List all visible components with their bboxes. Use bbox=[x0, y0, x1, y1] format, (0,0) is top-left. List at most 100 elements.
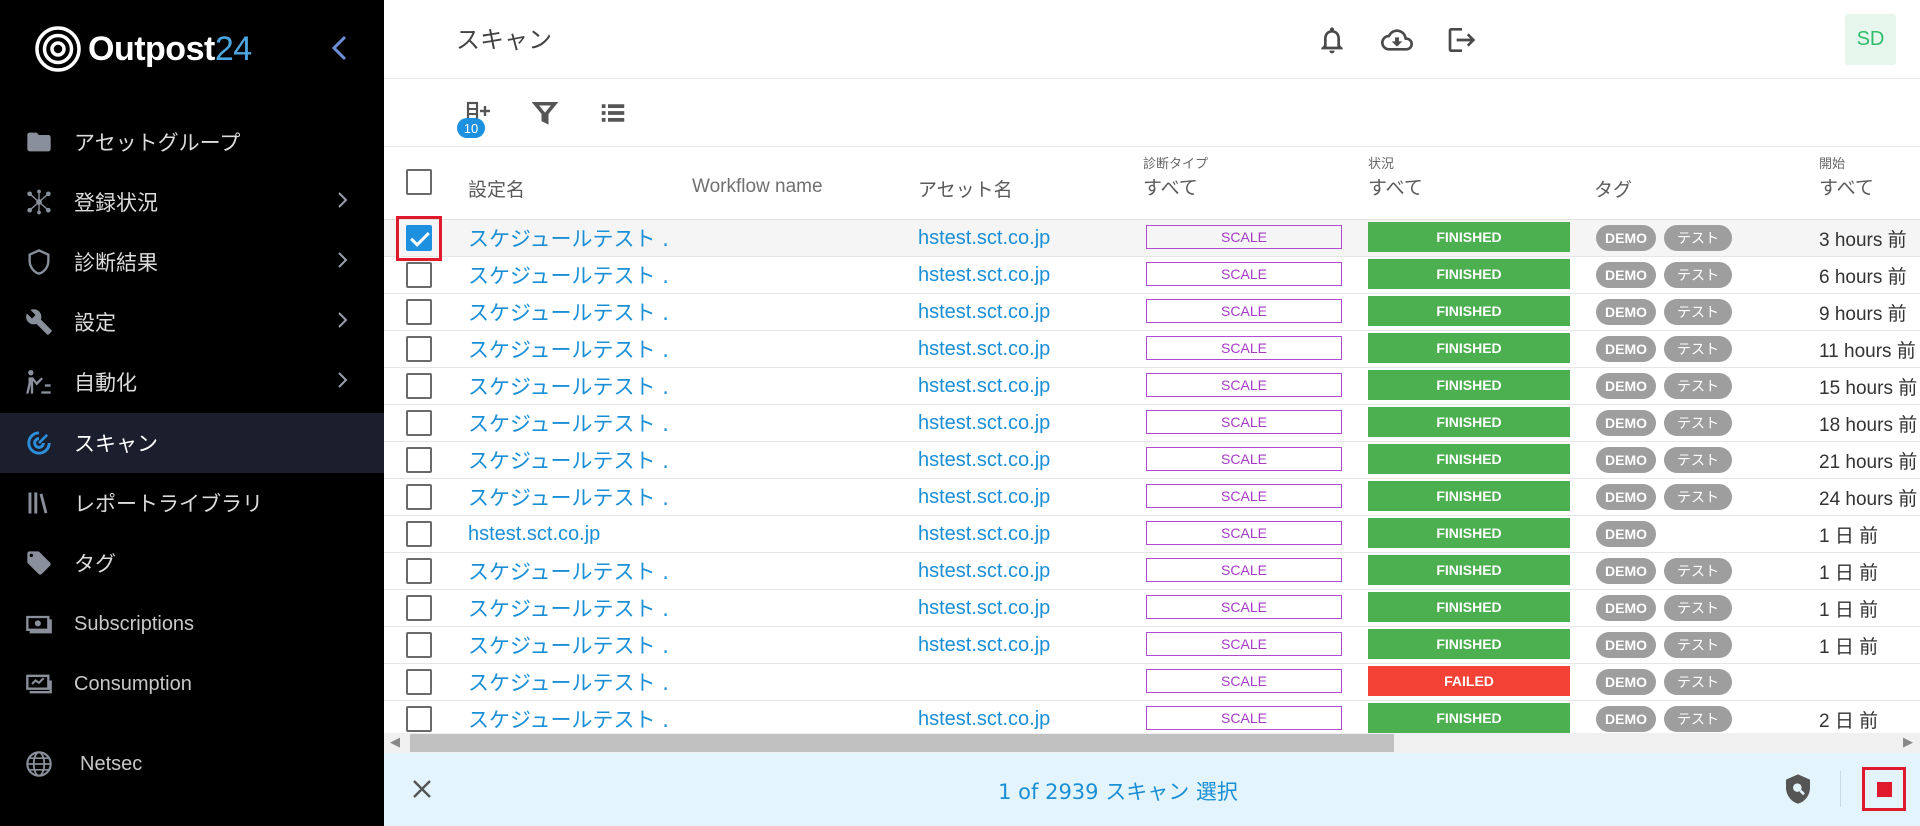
asset-link[interactable] bbox=[918, 664, 1118, 700]
asset-link[interactable]: hstest.sct.co.jp bbox=[918, 294, 1118, 330]
sidebar-item-globe[interactable]: Netsec bbox=[0, 734, 384, 794]
asset-link[interactable]: hstest.sct.co.jp bbox=[918, 257, 1118, 293]
asset-link[interactable]: hstest.sct.co.jp bbox=[918, 331, 1118, 367]
start-filter-select[interactable]: すべて bbox=[1819, 173, 1874, 200]
app-logo[interactable]: Outpost 24 bbox=[34, 22, 252, 76]
column-list-icon[interactable] bbox=[598, 98, 630, 130]
column-header-asset[interactable]: アセット名 bbox=[918, 175, 1013, 202]
row-checkbox[interactable] bbox=[406, 484, 432, 510]
tag-badge[interactable]: DEMO bbox=[1596, 706, 1656, 732]
tag-badge[interactable]: テスト bbox=[1664, 299, 1732, 325]
row-checkbox[interactable] bbox=[406, 447, 432, 473]
table-row[interactable]: スケジュールテスト ... hstest.sct.co.jp SCALE FINISH… bbox=[384, 701, 1920, 733]
asset-link[interactable]: hstest.sct.co.jp bbox=[918, 590, 1118, 626]
tag-badge[interactable]: DEMO bbox=[1596, 336, 1656, 362]
table-row[interactable]: hstest.sct.co.jp hstest.sct.co.jp SCALE FIN… bbox=[384, 516, 1920, 553]
cloud-download-icon[interactable] bbox=[1381, 24, 1413, 56]
scan-config-link[interactable]: hstest.sct.co.jp bbox=[468, 516, 668, 552]
scan-config-link[interactable]: スケジュールテスト ... bbox=[468, 331, 668, 367]
tag-badge[interactable]: テスト bbox=[1664, 262, 1732, 288]
scan-config-link[interactable]: スケジュールテスト ... bbox=[468, 220, 668, 256]
table-row[interactable]: スケジュールテスト ... hstest.sct.co.jp SCALE FINISH… bbox=[384, 216, 1920, 261]
scan-config-link[interactable]: スケジュールテスト ... bbox=[468, 701, 668, 733]
scan-config-link[interactable]: スケジュールテスト ... bbox=[468, 664, 668, 700]
column-header-workflow[interactable]: Workflow name bbox=[692, 176, 823, 198]
asset-link[interactable]: hstest.sct.co.jp bbox=[918, 479, 1118, 515]
tag-badge[interactable]: DEMO bbox=[1596, 373, 1656, 399]
tag-badge[interactable]: テスト bbox=[1664, 484, 1732, 510]
asset-link[interactable]: hstest.sct.co.jp bbox=[918, 405, 1118, 441]
row-checkbox[interactable] bbox=[406, 595, 432, 621]
horizontal-scrollbar[interactable]: ◀ ▶ bbox=[384, 733, 1920, 753]
tag-badge[interactable]: テスト bbox=[1664, 447, 1732, 473]
logout-icon[interactable] bbox=[1446, 24, 1478, 56]
tag-badge[interactable]: DEMO bbox=[1596, 595, 1656, 621]
row-checkbox[interactable] bbox=[406, 373, 432, 399]
table-row[interactable]: スケジュールテスト ... hstest.sct.co.jp SCALE FINISH… bbox=[384, 479, 1920, 516]
sidebar-item-radar[interactable]: スキャン bbox=[0, 413, 384, 473]
sidebar-item-automation[interactable]: 自動化 bbox=[0, 352, 384, 412]
tag-badge[interactable]: DEMO bbox=[1596, 262, 1656, 288]
type-filter-select[interactable]: すべて bbox=[1143, 173, 1198, 200]
select-all-checkbox[interactable] bbox=[406, 169, 432, 195]
sidebar-item-folder[interactable]: アセットグループ bbox=[0, 112, 384, 172]
tag-badge[interactable]: DEMO bbox=[1596, 225, 1656, 251]
table-row[interactable]: スケジュールテスト ... hstest.sct.co.jp SCALE FINISH… bbox=[384, 553, 1920, 590]
stop-scan-button[interactable] bbox=[1862, 767, 1906, 811]
sidebar-item-consumption[interactable]: Consumption bbox=[0, 654, 384, 714]
sidebar-item-network[interactable]: 登録状況 bbox=[0, 172, 384, 232]
sidebar-item-shield[interactable]: 診断結果 bbox=[0, 232, 384, 292]
shield-search-icon[interactable] bbox=[1782, 773, 1814, 805]
row-checkbox[interactable] bbox=[406, 669, 432, 695]
scroll-left-icon[interactable]: ◀ bbox=[390, 735, 400, 750]
tag-badge[interactable]: テスト bbox=[1664, 706, 1732, 732]
tag-badge[interactable]: DEMO bbox=[1596, 299, 1656, 325]
scan-config-link[interactable]: スケジュールテスト ... bbox=[468, 627, 668, 663]
column-header-tags[interactable]: タグ bbox=[1594, 175, 1632, 202]
asset-link[interactable]: hstest.sct.co.jp bbox=[918, 368, 1118, 404]
asset-link[interactable]: hstest.sct.co.jp bbox=[918, 442, 1118, 478]
scan-config-link[interactable]: スケジュールテスト ... bbox=[468, 257, 668, 293]
tag-badge[interactable]: テスト bbox=[1664, 669, 1732, 695]
tag-badge[interactable]: DEMO bbox=[1596, 410, 1656, 436]
scan-config-link[interactable]: スケジュールテスト ... bbox=[468, 590, 668, 626]
collapse-sidebar-icon[interactable] bbox=[325, 32, 353, 64]
tag-badge[interactable]: テスト bbox=[1664, 595, 1732, 621]
bell-icon[interactable] bbox=[1316, 24, 1348, 56]
scan-config-link[interactable]: スケジュールテスト ... bbox=[468, 479, 668, 515]
asset-link[interactable]: hstest.sct.co.jp bbox=[918, 627, 1118, 663]
tag-badge[interactable]: DEMO bbox=[1596, 632, 1656, 658]
table-row[interactable]: スケジュールテスト ... hstest.sct.co.jp SCALE FINISH… bbox=[384, 590, 1920, 627]
status-filter-select[interactable]: すべて bbox=[1368, 173, 1423, 200]
tag-badge[interactable]: テスト bbox=[1664, 336, 1732, 362]
asset-link[interactable]: hstest.sct.co.jp bbox=[918, 701, 1118, 733]
row-checkbox[interactable] bbox=[406, 558, 432, 584]
tag-badge[interactable]: DEMO bbox=[1596, 484, 1656, 510]
user-avatar[interactable]: SD bbox=[1845, 14, 1896, 65]
sidebar-item-wrench[interactable]: 設定 bbox=[0, 292, 384, 352]
tag-badge[interactable]: DEMO bbox=[1596, 558, 1656, 584]
table-row[interactable]: スケジュールテスト ... hstest.sct.co.jp SCALE FINISH… bbox=[384, 368, 1920, 405]
table-row[interactable]: スケジュールテスト ... hstest.sct.co.jp SCALE FINISH… bbox=[384, 405, 1920, 442]
table-row[interactable]: スケジュールテスト ... hstest.sct.co.jp SCALE FINISH… bbox=[384, 331, 1920, 368]
scan-config-link[interactable]: スケジュールテスト ... bbox=[468, 368, 668, 404]
tag-badge[interactable]: テスト bbox=[1664, 225, 1732, 251]
row-checkbox[interactable] bbox=[406, 299, 432, 325]
row-checkbox[interactable] bbox=[406, 521, 432, 547]
sidebar-item-library[interactable]: レポートライブラリ bbox=[0, 473, 384, 533]
tag-badge[interactable]: DEMO bbox=[1596, 447, 1656, 473]
table-row[interactable]: スケジュールテスト ... SCALE FAILED DEMO テスト bbox=[384, 664, 1920, 701]
row-checkbox[interactable] bbox=[406, 410, 432, 436]
tag-badge[interactable]: DEMO bbox=[1596, 521, 1656, 547]
sidebar-item-subscriptions[interactable]: Subscriptions bbox=[0, 594, 384, 654]
row-checkbox[interactable] bbox=[406, 336, 432, 362]
filter-icon[interactable] bbox=[530, 98, 562, 130]
tag-badge[interactable]: テスト bbox=[1664, 373, 1732, 399]
column-header-name[interactable]: 設定名 bbox=[468, 175, 525, 202]
row-checkbox[interactable] bbox=[406, 262, 432, 288]
table-row[interactable]: スケジュールテスト ... hstest.sct.co.jp SCALE FINISH… bbox=[384, 294, 1920, 331]
table-row[interactable]: スケジュールテスト ... hstest.sct.co.jp SCALE FINISH… bbox=[384, 257, 1920, 294]
table-row[interactable]: スケジュールテスト ... hstest.sct.co.jp SCALE FINISH… bbox=[384, 627, 1920, 664]
scrollbar-thumb[interactable] bbox=[410, 734, 1394, 752]
scan-config-link[interactable]: スケジュールテスト ... bbox=[468, 405, 668, 441]
